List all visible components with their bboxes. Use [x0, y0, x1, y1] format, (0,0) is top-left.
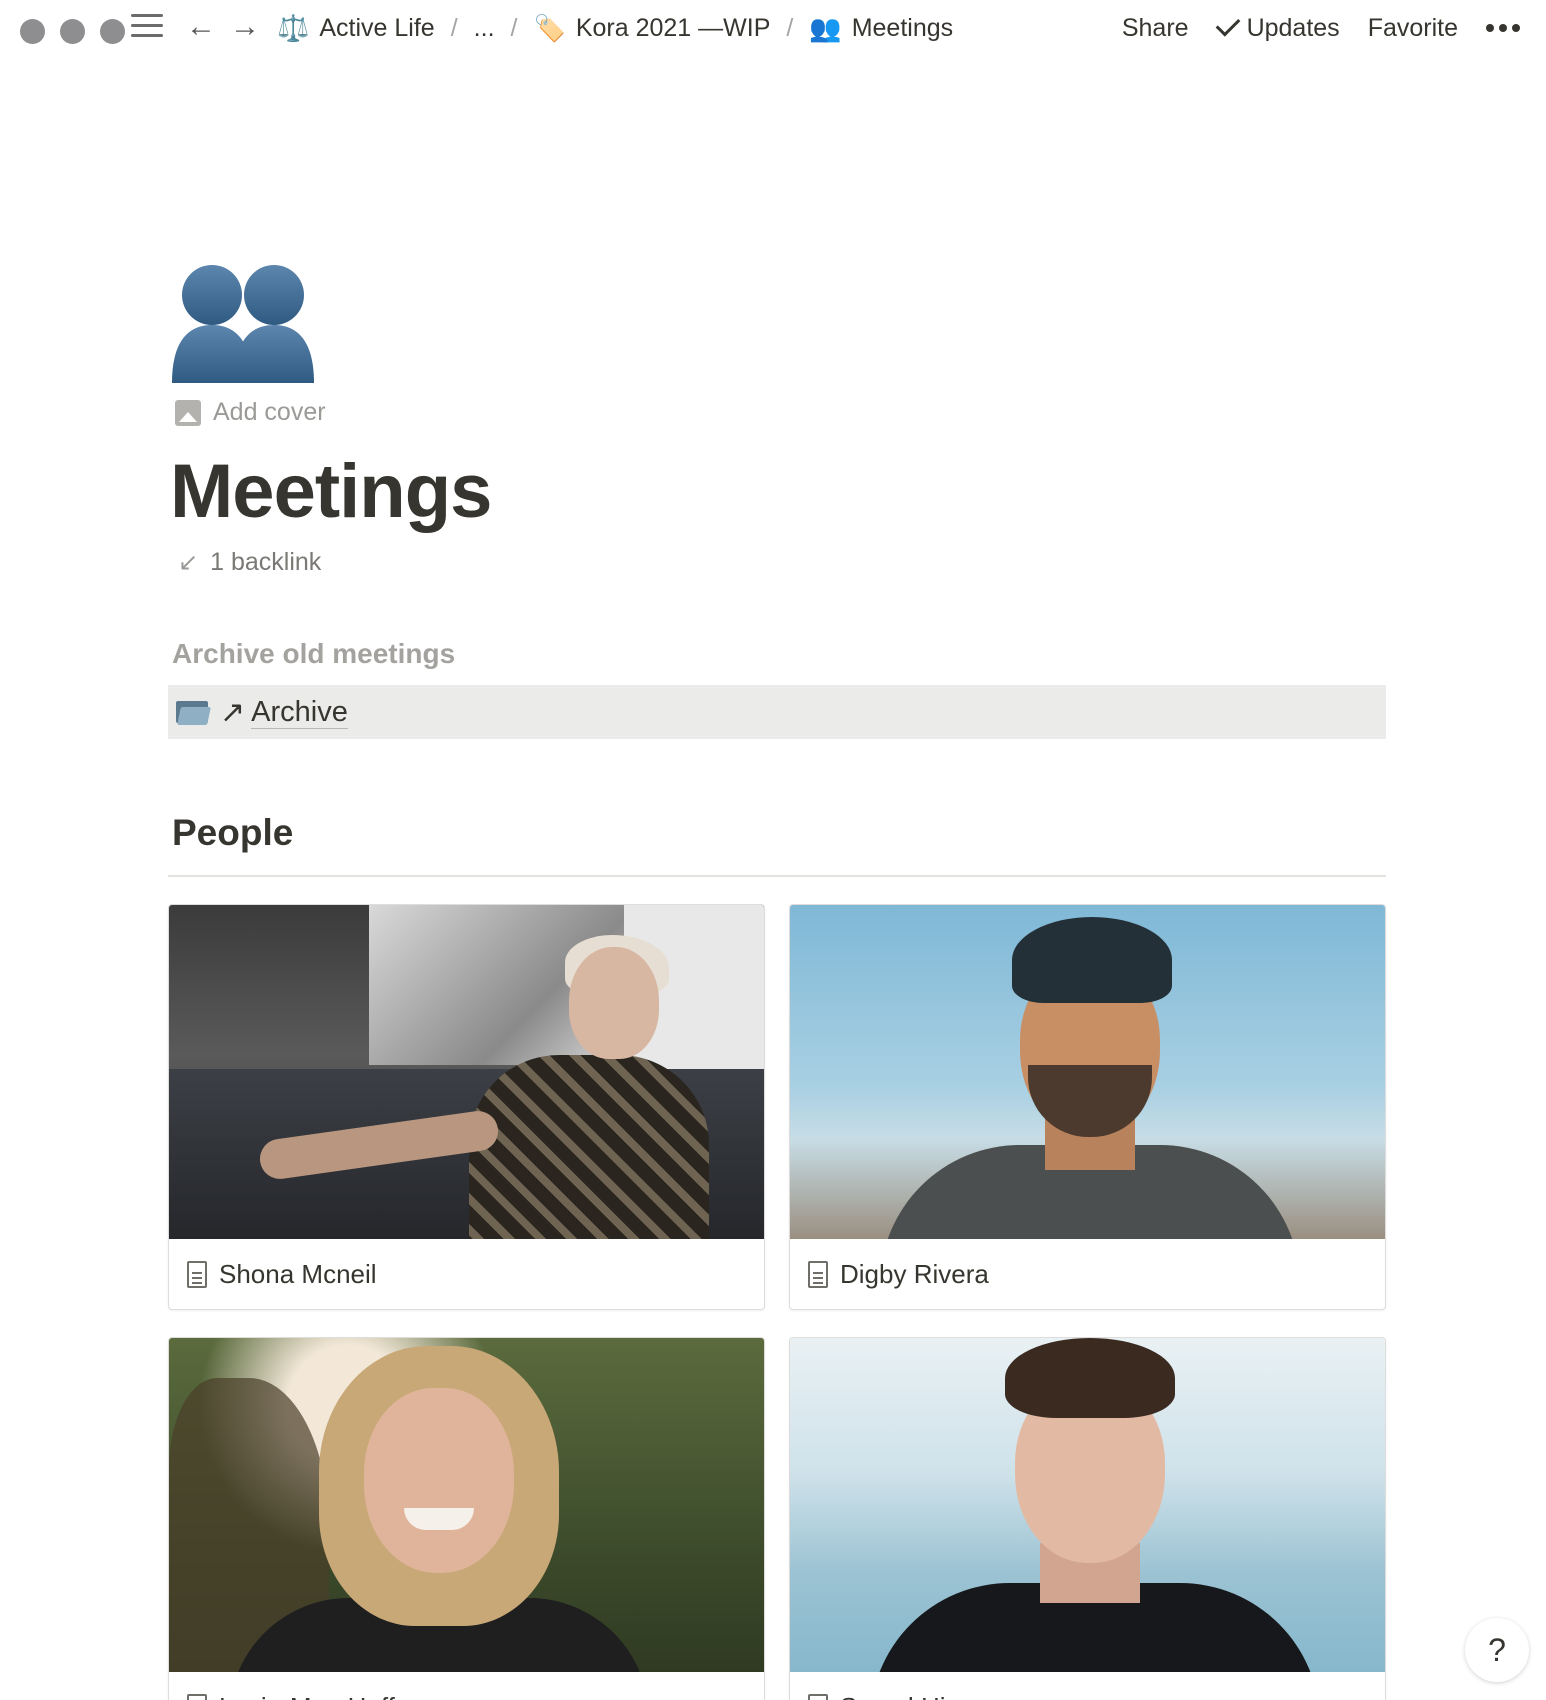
busts-icon: 👥: [809, 12, 842, 43]
archive-link-block[interactable]: ↗ Archive: [168, 685, 1386, 739]
breadcrumb-separator: /: [510, 13, 518, 42]
person-photo: [169, 905, 764, 1239]
person-card[interactable]: Lacie-Mae Huff: [168, 1337, 765, 1700]
person-name: Lacie-Mae Huff: [219, 1692, 395, 1700]
back-arrow-icon[interactable]: ←: [186, 10, 216, 44]
scales-icon: ⚖️: [277, 12, 310, 43]
page-icon: [808, 1693, 828, 1700]
people-heading: People: [172, 812, 294, 853]
person-card[interactable]: Sayed Hines: [789, 1337, 1386, 1700]
sidebar-toggle-icon[interactable]: [131, 14, 163, 40]
top-bar: ← → ⚖️ Active Life / ... / 🏷️ Kora 2021 …: [0, 0, 1546, 56]
card-caption: Digby Rivera: [790, 1239, 1385, 1309]
person-name: Digby Rivera: [840, 1258, 989, 1289]
forward-arrow-icon[interactable]: →: [230, 10, 260, 44]
breadcrumb-item-ellipsis[interactable]: ...: [474, 14, 495, 43]
updates-label: Updates: [1246, 13, 1340, 42]
person-photo: [790, 905, 1385, 1239]
person-name: Sayed Hines: [840, 1692, 987, 1700]
arrow-down-left-icon: ↙: [178, 549, 199, 576]
window-minimize-button[interactable]: [60, 19, 85, 44]
breadcrumb-label: Active Life: [319, 13, 435, 42]
archive-link[interactable]: Archive: [251, 696, 348, 729]
more-options-icon[interactable]: [1486, 24, 1520, 32]
page-icon: [187, 1693, 207, 1700]
image-icon: [175, 399, 201, 426]
favorite-button[interactable]: Favorite: [1368, 14, 1458, 43]
help-button[interactable]: ?: [1465, 1618, 1529, 1682]
breadcrumb: ⚖️ Active Life / ... / 🏷️ Kora 2021 —WIP…: [277, 10, 953, 46]
folder-icon: [176, 699, 211, 725]
person-card[interactable]: Shona Mcneil: [168, 904, 765, 1310]
breadcrumb-item-meetings[interactable]: 👥 Meetings: [809, 13, 953, 44]
backlink-button[interactable]: ↙ 1 backlink: [178, 548, 321, 577]
add-cover-label: Add cover: [213, 398, 326, 426]
card-caption: Shona Mcneil: [169, 1239, 764, 1309]
add-cover-button[interactable]: Add cover: [175, 398, 326, 427]
window-controls: [20, 19, 125, 44]
window-close-button[interactable]: [20, 19, 45, 44]
page-icon: [187, 1260, 207, 1288]
breadcrumb-item-kora[interactable]: 🏷️ Kora 2021 —WIP: [533, 13, 770, 44]
page-icon: [808, 1260, 828, 1288]
tag-icon: 🏷️: [533, 12, 566, 43]
breadcrumb-label: Meetings: [851, 13, 954, 42]
divider: [168, 875, 1386, 877]
link-arrow-icon: ↗: [220, 695, 246, 729]
share-button[interactable]: Share: [1122, 14, 1189, 43]
page-title[interactable]: Meetings: [170, 448, 492, 535]
archive-heading: Archive old meetings: [172, 638, 456, 669]
backlink-label: 1 backlink: [210, 548, 322, 576]
breadcrumb-separator: /: [450, 13, 458, 42]
person-card[interactable]: Digby Rivera: [789, 904, 1386, 1310]
card-caption: Lacie-Mae Huff: [169, 1672, 764, 1700]
updates-button[interactable]: Updates: [1215, 11, 1340, 43]
breadcrumb-label: Kora 2021 —WIP: [575, 13, 771, 42]
person-photo: [790, 1338, 1385, 1672]
breadcrumb-item-active-life[interactable]: ⚖️ Active Life: [277, 13, 435, 44]
card-caption: Sayed Hines: [790, 1672, 1385, 1700]
person-name: Shona Mcneil: [219, 1258, 377, 1289]
window-zoom-button[interactable]: [100, 19, 125, 44]
busts-in-silhouette-icon[interactable]: [170, 255, 320, 385]
top-actions: Share Updates Favorite: [1094, 10, 1520, 46]
person-photo: [169, 1338, 764, 1672]
breadcrumb-separator: /: [786, 13, 794, 42]
check-icon: [1215, 11, 1240, 37]
breadcrumb-label: ...: [473, 13, 495, 42]
